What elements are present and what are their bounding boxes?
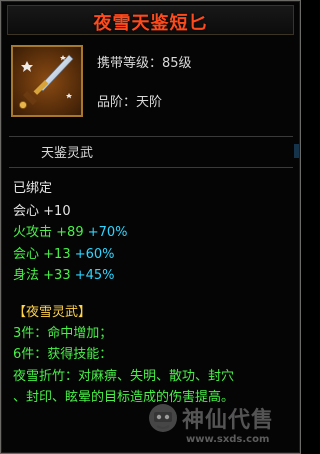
stat-bonus: +70% xyxy=(87,225,128,240)
set-title: 【夜雪灵武】 xyxy=(13,305,92,320)
stat-label: 会心 xyxy=(13,247,40,262)
stat-value: +13 xyxy=(43,247,71,262)
item-tooltip: 夜雪天鉴短匕 携带等级：85级 品阶：天阶 天鉴灵武 已绑定 会心 +10 火攻… xyxy=(0,0,301,454)
mascot-logo-icon xyxy=(149,404,177,432)
watermark: 神仙代售 www.sxds.com xyxy=(146,398,298,450)
title-bar: 夜雪天鉴短匕 xyxy=(7,5,294,35)
stat-value: +10 xyxy=(43,204,71,219)
grade-value: 天阶 xyxy=(136,95,163,110)
dagger-icon xyxy=(13,47,81,115)
stat-row: 会心 +10 xyxy=(13,204,71,220)
carry-level-value: 85级 xyxy=(162,56,192,71)
scroll-indicator[interactable] xyxy=(294,144,299,158)
carry-level-row: 携带等级：85级 xyxy=(97,52,192,71)
set-effect-line: 夜雪折竹：对麻痹、失明、散功、封穴 xyxy=(13,369,235,384)
stat-row: 会心 +13 +60% xyxy=(13,247,115,263)
stat-label: 身法 xyxy=(13,268,40,283)
set-effect-line: 6件：获得技能： xyxy=(13,347,113,362)
watermark-url: www.sxds.com xyxy=(186,434,270,445)
stat-value: +33 xyxy=(43,268,71,283)
item-subtitle: 天鉴灵武 xyxy=(41,146,94,161)
bind-status: 已绑定 xyxy=(13,181,53,196)
divider xyxy=(9,136,293,137)
stat-value: +89 xyxy=(56,225,84,240)
watermark-name: 神仙代售 xyxy=(182,408,275,433)
stat-label: 火攻击 xyxy=(13,225,53,240)
grade-row: 品阶：天阶 xyxy=(97,91,162,110)
stat-row: 火攻击 +89 +70% xyxy=(13,225,128,241)
grade-label: 品阶： xyxy=(97,95,137,110)
divider xyxy=(9,167,293,168)
set-effect-line: 3件：命中增加； xyxy=(13,326,113,341)
stat-label: 会心 xyxy=(13,204,40,219)
stat-bonus: +60% xyxy=(74,247,115,262)
carry-level-label: 携带等级： xyxy=(97,56,163,71)
item-icon-frame[interactable] xyxy=(11,45,83,117)
item-name: 夜雪天鉴短匕 xyxy=(93,13,208,34)
stat-row: 身法 +33 +45% xyxy=(13,268,115,284)
stat-bonus: +45% xyxy=(74,268,115,283)
